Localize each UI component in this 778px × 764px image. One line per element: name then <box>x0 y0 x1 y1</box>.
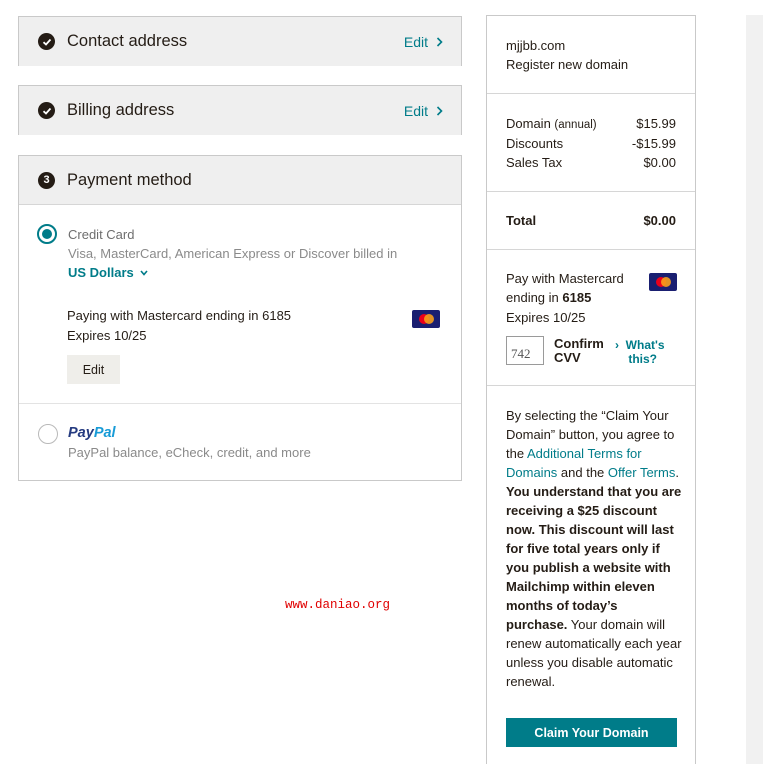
summary-total-block: Total $0.00 <box>487 192 695 250</box>
summary-line-tax: Sales Tax $0.00 <box>506 155 676 170</box>
mastercard-icon <box>412 310 440 328</box>
summary-total-row: Total $0.00 <box>506 213 676 228</box>
contact-edit-label[interactable]: Edit <box>404 34 428 50</box>
chevron-right-icon: › <box>615 338 619 352</box>
currency-label[interactable]: US Dollars <box>68 265 134 280</box>
billing-edit-link[interactable]: Edit <box>404 103 443 119</box>
scrollbar[interactable] <box>746 15 763 764</box>
paypal-radio[interactable] <box>38 424 58 444</box>
pay-with-line1: Pay with Mastercard <box>506 271 624 286</box>
contact-address-section: Contact address Edit <box>18 16 462 66</box>
whats-this-link[interactable]: › What's this? <box>615 338 665 366</box>
payment-method-title: Payment method <box>67 170 192 189</box>
card-expiry-text: Expires 10/25 <box>67 328 147 343</box>
chevron-right-icon <box>436 36 443 47</box>
legal-terms-text: By selecting the “Claim Your Domain” but… <box>506 408 682 689</box>
cvv-input[interactable] <box>506 336 544 365</box>
pay-with-line2: ending in 6185 <box>506 290 592 305</box>
confirm-cvv-label: Confirm CVV <box>554 336 604 365</box>
check-circle-icon <box>38 102 55 119</box>
chevron-down-icon <box>140 269 148 276</box>
billing-address-title: Billing address <box>67 101 175 119</box>
watermark-text: www.daniao.org <box>285 598 391 612</box>
order-summary: mjjbb.com Register new domain Domain (an… <box>486 15 696 764</box>
billing-edit-label[interactable]: Edit <box>404 103 428 119</box>
paying-with-text: Paying with Mastercard ending in 6185 <box>67 308 292 323</box>
credit-card-label[interactable]: Credit Card <box>68 227 134 242</box>
payment-method-section: 3 Payment method Credit Card Visa, Maste… <box>18 155 462 481</box>
total-label: Total <box>506 213 537 228</box>
step-number-badge: 3 <box>38 171 55 189</box>
paypal-logo[interactable]: PayPal <box>68 425 116 441</box>
billing-address-section: Billing address Edit <box>18 85 462 135</box>
summary-lines-block: Domain (annual) $15.99 Discounts -$15.99… <box>487 94 695 192</box>
summary-subtitle: Register new domain <box>506 57 629 72</box>
check-circle-icon <box>38 33 55 50</box>
claim-domain-button[interactable]: Claim Your Domain <box>506 718 677 747</box>
offer-terms-link[interactable]: Offer Terms <box>608 465 675 480</box>
payment-divider <box>19 403 461 404</box>
summary-line-domain: Domain (annual) $15.99 <box>506 116 676 131</box>
payment-method-header: 3 Payment method <box>19 156 461 205</box>
card-last4: 6185 <box>262 308 292 323</box>
pay-with-expires: Expires 10/25 <box>506 310 586 325</box>
contact-edit-link[interactable]: Edit <box>404 34 443 50</box>
chevron-right-icon <box>436 105 443 116</box>
summary-domain-block: mjjbb.com Register new domain <box>487 16 695 94</box>
summary-line-discounts: Discounts -$15.99 <box>506 136 676 151</box>
currency-dropdown[interactable]: US Dollars <box>68 265 148 280</box>
summary-domain-name: mjjbb.com <box>506 38 566 53</box>
billing-address-header: Billing address Edit <box>19 86 461 135</box>
credit-card-radio[interactable] <box>37 224 57 244</box>
total-amount: $0.00 <box>643 213 676 228</box>
contact-address-title: Contact address <box>67 32 188 50</box>
credit-card-description: Visa, MasterCard, American Express or Di… <box>68 246 398 261</box>
edit-card-button[interactable]: Edit <box>67 355 120 384</box>
paypal-description: PayPal balance, eCheck, credit, and more <box>68 445 311 460</box>
mastercard-icon <box>649 273 677 291</box>
contact-address-header: Contact address Edit <box>19 17 461 66</box>
